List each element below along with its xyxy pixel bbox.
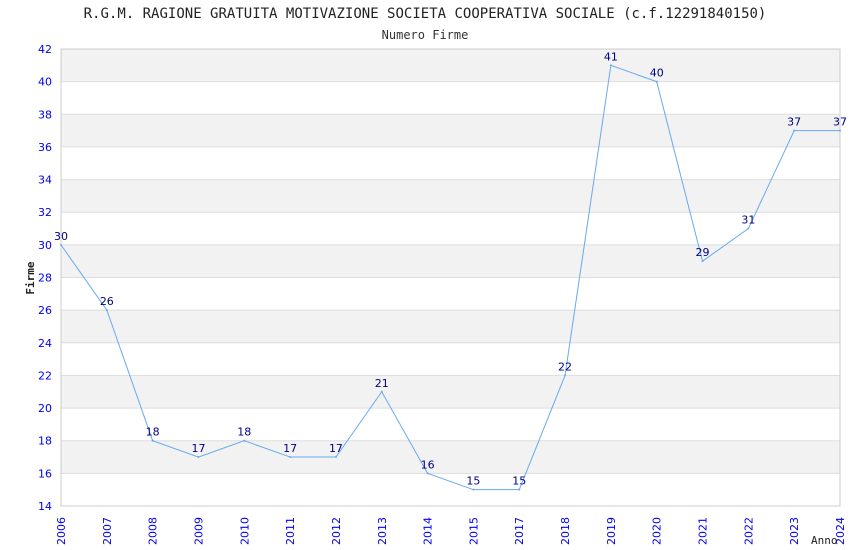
data-label: 17 <box>191 442 205 455</box>
x-tick-label: 2009 <box>192 517 205 545</box>
x-tick-label: 2008 <box>147 517 160 545</box>
data-point <box>289 456 292 459</box>
plot-area: 1416182022242628303234363840422006 2007 20… <box>24 43 847 547</box>
data-point <box>105 309 108 312</box>
x-tick-label: 2013 <box>376 517 389 545</box>
data-point <box>243 439 246 442</box>
y-tick-label: 28 <box>38 272 52 285</box>
x-tick-label: 2018 <box>559 517 572 545</box>
y-tick-label: 42 <box>38 43 52 56</box>
data-label: 15 <box>512 475 526 488</box>
data-label: 21 <box>375 377 389 390</box>
y-tick-label: 24 <box>38 337 52 350</box>
data-point <box>518 488 521 491</box>
data-label: 37 <box>833 116 847 129</box>
x-axis-label: Anno <box>811 534 838 547</box>
data-point <box>564 374 567 377</box>
grid-band <box>61 179 840 213</box>
grid-band <box>61 244 840 278</box>
chart: R.G.M. RAGIONE GRATUITA MOTIVAZIONE SOCI… <box>0 0 850 550</box>
x-tick-label: 2007 <box>101 517 114 545</box>
grid-band <box>61 310 840 343</box>
data-point <box>380 390 383 393</box>
x-tick-label: 2012 <box>330 517 343 545</box>
data-point <box>334 456 337 459</box>
data-label: 16 <box>421 458 435 471</box>
y-axis-label: Firme <box>24 261 37 294</box>
data-point <box>609 64 612 67</box>
data-point <box>197 456 200 459</box>
data-label: 17 <box>329 442 343 455</box>
y-tick-label: 36 <box>38 141 52 154</box>
y-tick-label: 40 <box>38 76 52 89</box>
data-label: 17 <box>283 442 297 455</box>
data-label: 37 <box>787 116 801 129</box>
data-label: 18 <box>237 426 251 439</box>
data-point <box>747 227 750 230</box>
x-tick-label: 2023 <box>788 517 801 545</box>
y-tick-label: 30 <box>38 239 52 252</box>
data-label: 30 <box>54 230 68 243</box>
x-tick-label: 2022 <box>742 517 755 545</box>
x-tick-label: 2017 <box>513 517 526 545</box>
data-label: 15 <box>466 475 480 488</box>
x-tick-label: 2014 <box>422 517 435 545</box>
data-point <box>472 488 475 491</box>
y-tick-label: 26 <box>38 304 52 317</box>
data-label: 40 <box>650 67 664 80</box>
grid-band <box>61 49 840 82</box>
grid-band <box>61 440 840 474</box>
data-label: 18 <box>146 426 160 439</box>
data-point <box>426 472 429 475</box>
data-point <box>793 129 796 132</box>
x-tick-label: 2006 <box>55 517 68 545</box>
grid-band <box>61 114 840 147</box>
y-tick-label: 32 <box>38 206 52 219</box>
data-point <box>839 129 841 132</box>
data-point <box>60 243 62 246</box>
x-tick-label: 2021 <box>697 517 710 545</box>
y-tick-label: 16 <box>38 467 52 480</box>
y-tick-label: 20 <box>38 402 52 415</box>
data-label: 41 <box>604 50 618 63</box>
y-tick-label: 14 <box>38 500 52 513</box>
data-label: 31 <box>741 214 755 227</box>
data-label: 22 <box>558 360 572 373</box>
x-tick-label: 2015 <box>467 517 480 545</box>
grid-band <box>61 375 840 409</box>
data-label: 26 <box>100 295 114 308</box>
x-tick-label: 2020 <box>651 517 664 545</box>
y-tick-label: 34 <box>38 174 52 187</box>
y-tick-label: 18 <box>38 435 52 448</box>
y-tick-label: 38 <box>38 108 52 121</box>
data-label: 29 <box>696 246 710 259</box>
x-tick-label: 2019 <box>605 517 618 545</box>
x-tick-label: 2011 <box>284 517 297 545</box>
y-tick-label: 22 <box>38 369 52 382</box>
data-point <box>655 80 658 83</box>
data-point <box>701 260 704 263</box>
data-point <box>151 439 154 442</box>
x-tick-label: 2010 <box>238 517 251 545</box>
